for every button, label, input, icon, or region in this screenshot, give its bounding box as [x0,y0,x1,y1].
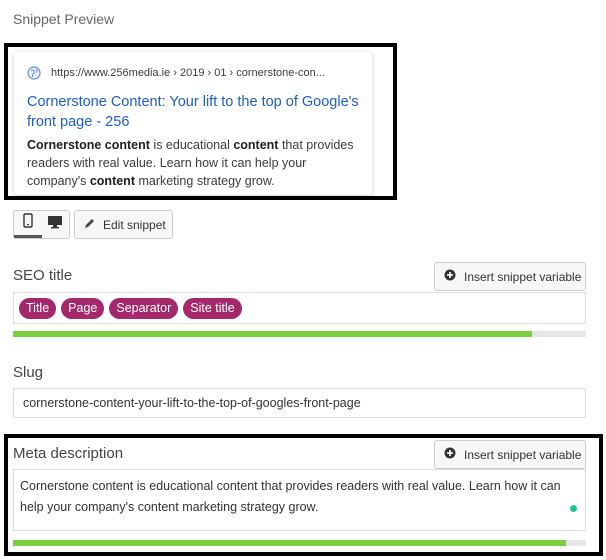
insert-variable-label: Insert snippet variable [464,269,582,284]
slug-input[interactable]: cornerstone-content-your-lift-to-the-top… [13,388,586,418]
variable-pill[interactable]: Site title [183,297,242,319]
variable-pill[interactable]: Separator [109,297,179,319]
meta-description-highlight-outline [4,434,603,556]
variable-pill[interactable]: Title [19,297,57,319]
seo-title-label: SEO title [13,267,73,284]
preview-highlight-outline [4,43,397,200]
seo-title-insert-variable-button[interactable]: Insert snippet variable [434,262,586,291]
device-toggle [13,210,70,239]
mobile-icon [23,213,33,233]
plus-circle-icon [444,269,456,284]
pencil-icon [83,217,103,233]
seo-title-progress-bar [13,331,586,337]
mobile-preview-button[interactable] [14,211,42,238]
desktop-preview-button[interactable] [42,211,70,238]
seo-title-progress-fill [13,331,532,337]
edit-snippet-label: Edit snippet [103,217,166,232]
slug-label: Slug [13,364,44,381]
variable-pill[interactable]: Page [61,297,105,319]
edit-snippet-button[interactable]: Edit snippet [74,210,173,239]
snippet-preview-heading: Snippet Preview [13,11,115,27]
seo-title-input[interactable]: Title Page Separator Site title [13,292,586,324]
desktop-icon [47,215,63,234]
